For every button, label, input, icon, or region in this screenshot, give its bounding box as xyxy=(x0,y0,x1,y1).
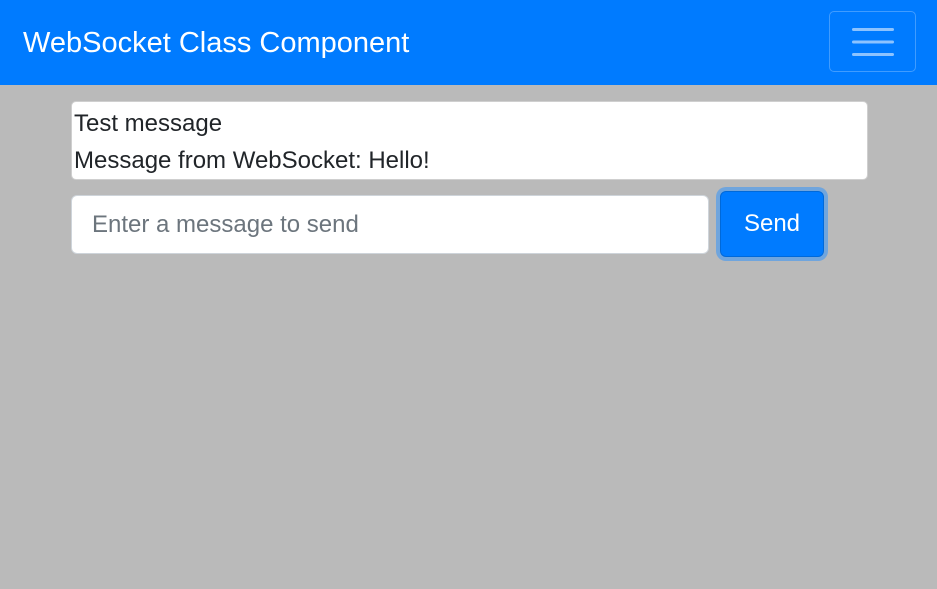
message-log: Test message Message from WebSocket: Hel… xyxy=(71,101,868,180)
hamburger-menu-icon xyxy=(852,28,894,56)
message-item: Test message xyxy=(74,110,223,137)
navbar-brand[interactable]: WebSocket Class Component xyxy=(23,24,409,62)
message-item: Message from WebSocket: Hello! xyxy=(74,147,430,174)
message-input[interactable] xyxy=(71,195,709,254)
navbar: WebSocket Class Component xyxy=(0,0,937,85)
navbar-toggler-button[interactable] xyxy=(829,11,916,72)
send-button[interactable]: Send xyxy=(720,191,824,257)
